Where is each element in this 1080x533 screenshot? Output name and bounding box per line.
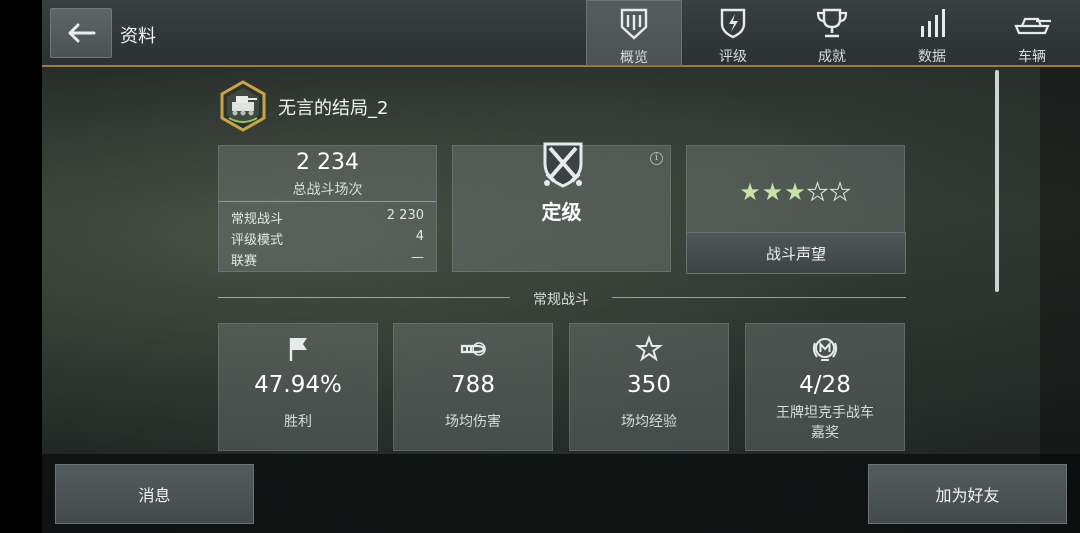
mastery-badge-icon (812, 338, 838, 361)
tab-overview[interactable]: 概览 (586, 0, 682, 66)
star-filled-icon: ★ (784, 178, 807, 206)
battles-row-label: 评级模式 (231, 233, 284, 248)
star-filled-icon: ★ (761, 178, 785, 206)
stat-value: 47.94% (254, 372, 342, 398)
reputation-stars: ★★★★★ (687, 178, 904, 207)
tab-rating[interactable]: 评级 (685, 0, 781, 66)
stat-label: 场均伤害 (445, 414, 501, 430)
tab-label: 成就 (818, 49, 846, 65)
star-filled-icon: ★ (739, 178, 762, 206)
rating-status: 定级 (541, 200, 582, 224)
arrow-left-icon (68, 23, 96, 43)
rating-panel[interactable]: 定级 i (452, 142, 671, 272)
section-divider-right (612, 297, 906, 298)
tank-icon (1014, 17, 1051, 35)
reputation-panel: ★★★★★ (686, 145, 905, 245)
battles-row: 联赛 — (231, 250, 424, 269)
tab-achievements[interactable]: 成就 (784, 0, 880, 66)
star-empty-icon: ★ (829, 178, 852, 207)
scrollbar[interactable] (995, 70, 999, 292)
battles-row-label: 常规战斗 (231, 212, 284, 227)
star-outline-icon (635, 335, 663, 362)
star-empty-icon: ★ (806, 178, 830, 207)
back-button[interactable] (50, 8, 112, 58)
add-friend-button[interactable]: 加为好友 (868, 464, 1067, 524)
clan-badge-icon (220, 80, 266, 132)
tab-vehicles[interactable]: 车辆 (984, 0, 1080, 66)
flag-icon (289, 338, 307, 361)
battles-total-value: 2 234 (296, 150, 359, 175)
stat-label: 胜利 (284, 414, 312, 430)
crossed-swords-shield-icon (543, 142, 583, 188)
section-divider-left (218, 297, 510, 298)
battles-row-label: 联赛 (231, 254, 258, 269)
battles-row-value: 2 230 (386, 208, 424, 223)
tab-label: 车辆 (1018, 49, 1046, 65)
info-icon[interactable]: i (650, 152, 663, 165)
player-name: 无言的结局_2 (278, 98, 389, 119)
stat-label: 场均经验 (621, 414, 677, 430)
stat-card-avg-xp[interactable]: 350 场均经验 (569, 323, 729, 451)
left-edge (0, 0, 42, 533)
bar-chart-icon (921, 9, 945, 37)
tab-label: 概览 (620, 50, 648, 66)
page-title: 资料 (120, 26, 156, 47)
stat-card-winrate[interactable]: 47.94% 胜利 (218, 323, 378, 451)
divider (219, 201, 436, 202)
battles-row-value: — (411, 250, 424, 265)
trophy-icon (816, 8, 848, 38)
profile-screen: 资料 概览 评级 成就 数据 车辆 无言的结局_2 2 234 总战斗场次 常规… (0, 0, 1080, 533)
tab-label: 数据 (918, 49, 946, 65)
rating-shield-icon (720, 8, 746, 39)
stat-card-mastery[interactable]: 4/28 王牌坦克手战车 嘉奖 (745, 323, 905, 451)
stat-value: 4/28 (799, 372, 851, 398)
tab-statistics[interactable]: 数据 (884, 0, 980, 66)
battle-reputation-button[interactable]: 战斗声望 (686, 232, 906, 274)
tab-label: 评级 (719, 49, 747, 65)
battles-row-value: 4 (415, 229, 424, 244)
messages-button[interactable]: 消息 (55, 464, 254, 524)
stat-card-avg-damage[interactable]: 788 场均伤害 (393, 323, 553, 451)
shield-tier-icon (620, 8, 648, 40)
section-label: 常规战斗 (533, 292, 589, 308)
battles-row: 评级模式 4 (231, 229, 424, 248)
battles-total-label: 总战斗场次 (292, 182, 363, 198)
stat-value: 788 (451, 372, 495, 398)
stat-value: 350 (627, 372, 671, 398)
battles-panel: 2 234 总战斗场次 常规战斗 2 230 评级模式 4 联赛 — (218, 145, 437, 272)
damage-shell-icon (460, 342, 486, 356)
stat-label: 王牌坦克手战车 嘉奖 (776, 405, 874, 441)
battles-row: 常规战斗 2 230 (231, 208, 424, 227)
